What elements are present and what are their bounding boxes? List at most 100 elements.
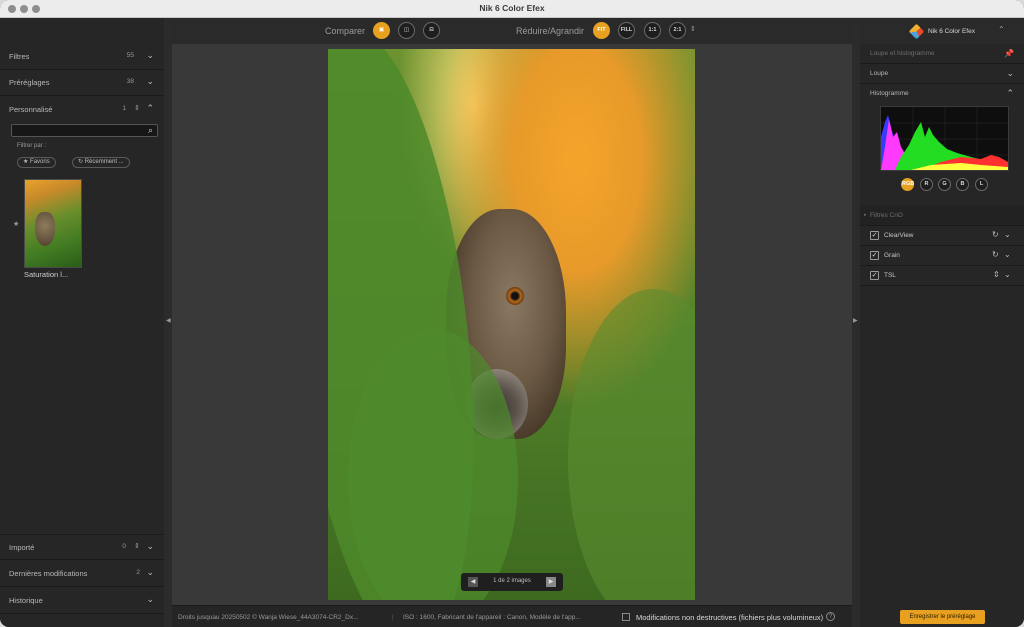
collapse-right-panel-icon[interactable]: ▶ — [853, 317, 858, 324]
pin-icon[interactable]: 📌 — [1004, 49, 1014, 58]
collapse-left-panel-icon[interactable]: ◀ — [166, 317, 171, 324]
preview-photo[interactable] — [328, 49, 695, 600]
collapse-up-icon[interactable]: ⌃ — [998, 25, 1005, 34]
loupe-label: Loupe — [870, 70, 889, 77]
status-bar: Droits jusquau 20250502 © Wanja Wiese_44… — [172, 605, 852, 627]
preset-thumbnail[interactable] — [24, 179, 82, 268]
app-window: Nik 6 Color Efex Filtres 55 ⌄ Préréglage… — [0, 0, 1024, 627]
chevron-up-icon[interactable]: ⌃ — [1006, 88, 1014, 99]
preset-thumbnail-label: Saturation l... — [24, 270, 69, 279]
non-destructive-label: Modifications non destructives (fichiers… — [636, 613, 824, 622]
image-pager: ◀ 1 de 2 images ▶ — [461, 573, 563, 591]
zoom-2-1-button[interactable]: 2:1 — [669, 22, 686, 39]
filters-header[interactable]: ▸ Filtres CnO — [860, 206, 1024, 226]
chevron-down-icon[interactable]: ⌄ — [1006, 68, 1014, 79]
non-destructive-checkbox[interactable] — [622, 613, 630, 621]
loupe-section[interactable]: Loupe ⌄ — [860, 64, 1024, 84]
section-count: 2 — [136, 569, 140, 576]
section-label: Historique — [9, 596, 43, 605]
search-icon[interactable]: ⌕ — [148, 125, 153, 136]
right-panel: Nik 6 Color Efex ⌃ Loupe et histogramme … — [860, 18, 1024, 627]
rights-text: Droits jusquau 20250502 © Wanja Wiese_44… — [178, 614, 359, 621]
section-filtres[interactable]: Filtres 55 ⌄ — [0, 44, 164, 70]
zoom-fill-button[interactable]: FILL — [618, 22, 635, 39]
reset-icon[interactable]: ↻ — [992, 250, 999, 259]
section-count: 55 — [126, 52, 134, 59]
star-icon[interactable]: ★ — [13, 220, 19, 228]
filter-enable-checkbox[interactable]: ✓ — [870, 231, 879, 240]
zoom-stepper-icon[interactable]: ⇕ — [690, 25, 696, 33]
section-importe[interactable]: Importé 0 ⇕ ⌄ — [0, 534, 164, 560]
channel-g-button[interactable]: G — [938, 178, 951, 191]
zoom-1-1-button[interactable]: 1:1 — [644, 22, 661, 39]
sort-icon[interactable]: ⇕ — [993, 270, 1000, 279]
filter-tsl[interactable]: ✓ TSL ⇕ ⌄ — [860, 266, 1024, 286]
save-preset-button[interactable]: Enregistrer le préréglage — [900, 610, 985, 624]
filter-name: TSL — [884, 272, 896, 279]
histogram-label: Histogramme — [870, 90, 909, 97]
section-prereglages[interactable]: Préréglages 38 ⌄ — [0, 70, 164, 96]
expand-icon[interactable]: ▸ — [864, 212, 867, 218]
next-image-button[interactable]: ▶ — [546, 577, 556, 587]
status-separator: | — [392, 614, 394, 621]
filter-enable-checkbox[interactable]: ✓ — [870, 251, 879, 260]
section-label: Préréglages — [9, 78, 50, 87]
recent-chip[interactable]: ↻ Récemment ... — [72, 157, 130, 168]
nik-logo-icon — [908, 23, 925, 40]
compare-split-button[interactable]: ◫ — [398, 22, 415, 39]
chevron-down-icon[interactable]: ⌄ — [1004, 250, 1011, 259]
zoom-fit-button[interactable]: FIT — [593, 22, 610, 39]
filter-enable-checkbox[interactable]: ✓ — [870, 271, 879, 280]
section-label: Personnalisé — [9, 105, 53, 114]
window-title: Nik 6 Color Efex — [479, 3, 545, 13]
compare-side-button[interactable]: ⊟ — [423, 22, 440, 39]
chevron-down-icon[interactable]: ⌄ — [146, 541, 154, 552]
sort-icon[interactable]: ⇕ — [134, 104, 140, 112]
chevron-down-icon[interactable]: ⌄ — [1004, 230, 1011, 239]
histogram-graph — [881, 107, 1008, 170]
filter-by-label: Filtrer par : — [17, 143, 47, 149]
section-count: 1 — [122, 105, 126, 112]
chevron-down-icon[interactable]: ⌄ — [146, 594, 154, 605]
filter-clearview[interactable]: ✓ ClearView ↻ ⌄ — [860, 226, 1024, 246]
favorites-chip[interactable]: ★ Favoris — [17, 157, 56, 168]
photo-blurred-leaf — [568, 289, 695, 600]
exif-text: ISO : 1600, Fabricant de l'appareil : Ca… — [403, 614, 581, 621]
section-historique[interactable]: Historique ⌄ — [0, 588, 164, 614]
search-input[interactable] — [16, 126, 140, 136]
product-title: Nik 6 Color Efex — [928, 28, 975, 35]
filter-name: ClearView — [884, 232, 914, 239]
chevron-down-icon[interactable]: ⌄ — [1004, 270, 1011, 279]
channel-l-button[interactable]: L — [975, 178, 988, 191]
filters-header-label: Filtres CnO — [870, 212, 903, 219]
section-label: Filtres — [9, 52, 30, 61]
sort-icon[interactable]: ⇕ — [134, 542, 140, 550]
reset-icon[interactable]: ↻ — [992, 230, 999, 239]
compare-label: Comparer — [325, 26, 366, 36]
top-toolbar: Comparer ▣ ◫ ⊟ Réduire/Agrandir FIT FILL… — [172, 18, 852, 44]
filter-grain[interactable]: ✓ Grain ↻ ⌄ — [860, 246, 1024, 266]
left-panel: Filtres 55 ⌄ Préréglages 38 ⌄ Personnali… — [0, 18, 164, 627]
help-icon[interactable]: ? — [826, 612, 835, 621]
section-count: 0 — [122, 543, 126, 550]
channel-b-button[interactable]: B — [956, 178, 969, 191]
image-canvas[interactable]: ◀ 1 de 2 images ▶ — [172, 44, 852, 605]
chevron-down-icon[interactable]: ⌄ — [146, 50, 154, 61]
section-count: 38 — [126, 78, 134, 85]
loupe-histogram-header[interactable]: Loupe et histogramme 📌 — [860, 44, 1024, 64]
channel-r-button[interactable]: R — [920, 178, 933, 191]
histogram-section[interactable]: Histogramme ⌃ — [860, 84, 1024, 104]
right-panel-header: Nik 6 Color Efex ⌃ — [860, 18, 1024, 44]
histogram — [880, 106, 1009, 171]
chevron-up-icon[interactable]: ⌃ — [146, 103, 154, 114]
section-label: Importé — [9, 543, 35, 552]
compare-single-button[interactable]: ▣ — [373, 22, 390, 39]
chevron-down-icon[interactable]: ⌄ — [146, 567, 154, 578]
chevron-down-icon[interactable]: ⌄ — [146, 76, 154, 87]
loupe-histogram-label: Loupe et histogramme — [870, 50, 935, 57]
title-bar: Nik 6 Color Efex — [0, 0, 1024, 18]
thumbnail-dog-face — [35, 212, 55, 246]
channel-rgb-button[interactable]: RGB — [901, 178, 914, 191]
section-personnalise[interactable]: Personnalisé 1 ⇕ ⌃ — [0, 97, 164, 123]
section-dernieres-modifications[interactable]: Dernières modifications 2 ⌄ — [0, 561, 164, 587]
